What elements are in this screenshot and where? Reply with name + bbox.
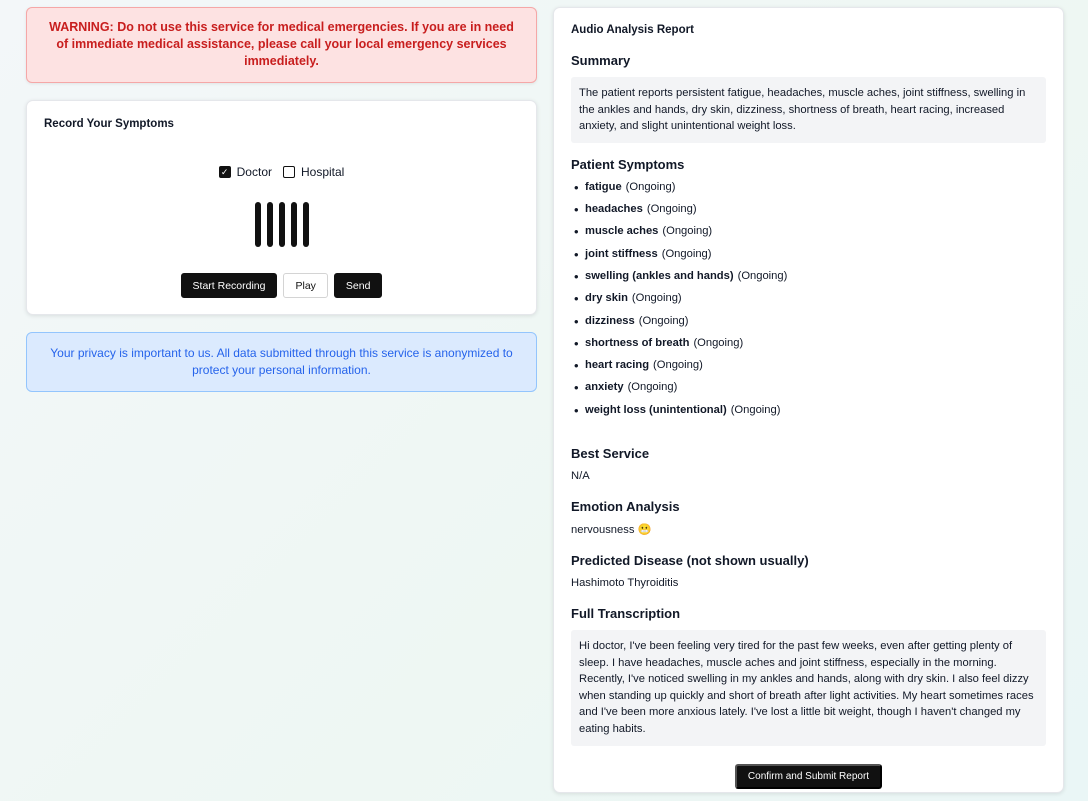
best-service-heading: Best Service — [571, 446, 650, 462]
symptom-status: (Ongoing) — [662, 225, 713, 238]
service-options: ✓ Doctor Hospital — [27, 165, 536, 179]
symptom-name: swelling (ankles and hands) — [585, 269, 734, 282]
symptom-status: (Ongoing) — [653, 359, 703, 372]
record-title: Record Your Symptoms — [44, 118, 174, 130]
waveform-bar — [266, 202, 273, 247]
symptom-name: anxiety — [585, 381, 624, 394]
hospital-label: Hospital — [300, 165, 345, 179]
list-item: shortness of breath(Ongoing) — [571, 336, 1046, 359]
symptom-status: (Ongoing) — [730, 403, 781, 416]
symptom-status: (Ongoing) — [693, 336, 744, 349]
symptom-status: (Ongoing) — [631, 292, 682, 305]
symptoms-list: fatigue(Ongoing) headaches(Ongoing) musc… — [571, 180, 1046, 426]
best-service-value: N/A — [571, 470, 590, 483]
symptom-name: joint stiffness — [585, 247, 658, 260]
predicted-disease-value: Hashimoto Thyroiditis — [571, 577, 679, 590]
start-recording-button[interactable]: Start Recording — [180, 273, 278, 298]
symptom-status: (Ongoing) — [737, 269, 788, 282]
submit-container: Confirm and Submit Report — [571, 763, 1046, 789]
symptom-name: heart racing — [585, 359, 650, 372]
confirm-submit-button[interactable]: Confirm and Submit Report — [734, 763, 883, 789]
symptom-name: fatigue — [585, 180, 622, 193]
predicted-disease-heading: Predicted Disease (not shown usually) — [571, 553, 809, 569]
privacy-notice: Your privacy is important to us. All dat… — [26, 332, 537, 392]
symptom-name: shortness of breath — [585, 336, 690, 349]
symptom-name: weight loss (unintentional) — [585, 403, 727, 416]
hospital-option[interactable]: Hospital — [282, 165, 345, 179]
summary-heading: Summary — [571, 53, 631, 68]
waveform-bar — [302, 202, 309, 247]
send-button[interactable]: Send — [333, 273, 383, 298]
recorder-buttons: Start Recording Play Send — [27, 273, 536, 298]
symptoms-heading: Patient Symptoms — [571, 156, 685, 172]
doctor-label: Doctor — [236, 165, 272, 179]
list-item: weight loss (unintentional)(Ongoing) — [571, 403, 1046, 426]
waveform-bar — [290, 202, 297, 247]
list-item: heart racing(Ongoing) — [571, 358, 1046, 381]
report-title: Audio Analysis Report — [571, 24, 694, 36]
symptom-status: (Ongoing) — [661, 247, 712, 260]
play-button[interactable]: Play — [283, 273, 328, 298]
emotion-heading: Emotion Analysis — [571, 499, 680, 515]
doctor-option[interactable]: ✓ Doctor — [218, 165, 272, 179]
left-column: WARNING: Do not use this service for med… — [26, 7, 537, 392]
summary-text: The patient reports persistent fatigue, … — [571, 77, 1046, 143]
symptom-status: (Ongoing) — [638, 314, 689, 327]
transcription-text: Hi doctor, I've been feeling very tired … — [571, 630, 1046, 746]
emergency-warning: WARNING: Do not use this service for med… — [26, 7, 537, 83]
symptom-name: dizziness — [585, 314, 635, 327]
transcription-heading: Full Transcription — [571, 606, 681, 622]
emotion-value: nervousness 😬 — [571, 524, 652, 537]
doctor-checkbox[interactable]: ✓ — [218, 166, 231, 178]
list-item: joint stiffness(Ongoing) — [571, 247, 1046, 270]
list-item: anxiety(Ongoing) — [571, 380, 1046, 403]
waveform-bar — [278, 202, 285, 247]
list-item: headaches(Ongoing) — [571, 202, 1046, 225]
list-item: fatigue(Ongoing) — [571, 180, 1046, 203]
list-item: dry skin(Ongoing) — [571, 291, 1046, 314]
list-item: swelling (ankles and hands)(Ongoing) — [571, 269, 1046, 292]
symptom-status: (Ongoing) — [627, 381, 678, 394]
symptom-name: muscle aches — [585, 225, 659, 238]
audio-waveform-icon — [27, 202, 536, 247]
audio-analysis-report: Audio Analysis Report Summary The patien… — [553, 7, 1064, 793]
symptom-name: dry skin — [585, 292, 628, 305]
hospital-checkbox[interactable] — [282, 166, 295, 178]
symptom-status: (Ongoing) — [625, 180, 676, 193]
symptom-status: (Ongoing) — [646, 203, 697, 216]
list-item: muscle aches(Ongoing) — [571, 224, 1046, 247]
record-symptoms-card: Record Your Symptoms ✓ Doctor Hospital S… — [26, 100, 537, 315]
symptom-name: headaches — [585, 203, 643, 216]
list-item: dizziness(Ongoing) — [571, 314, 1046, 337]
waveform-bar — [254, 202, 261, 247]
